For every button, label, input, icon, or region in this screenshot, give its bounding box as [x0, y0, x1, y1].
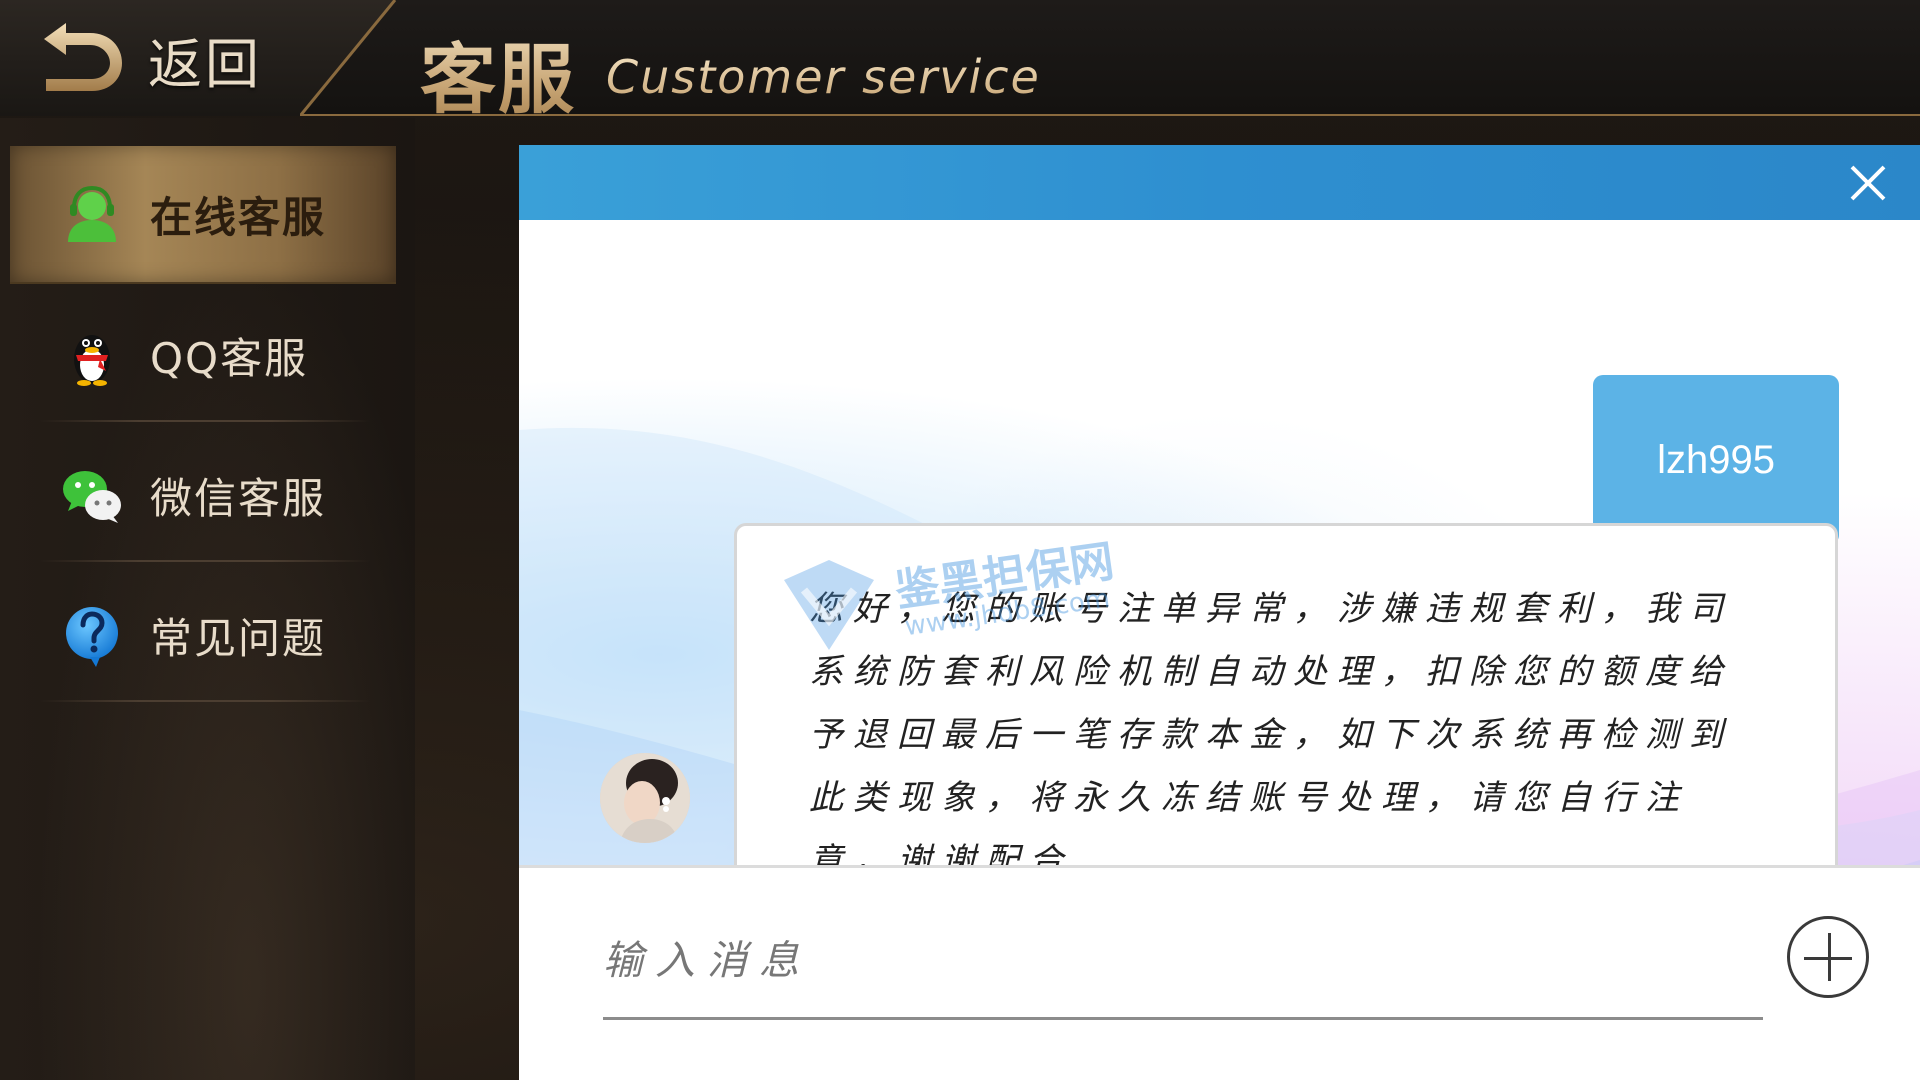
user-message-bubble: lzh995	[1593, 375, 1839, 545]
header-bar: 返回 客服 Customer service	[0, 0, 1920, 124]
back-arrow-icon	[44, 23, 122, 91]
back-button[interactable]: 返回	[40, 14, 280, 104]
sidebar-item-qq-service[interactable]: QQ客服	[10, 286, 396, 424]
sidebar-item-wechat-service[interactable]: 微信客服	[10, 426, 396, 564]
user-message-text: lzh995	[1657, 437, 1775, 482]
close-icon[interactable]	[1844, 159, 1892, 207]
agent-message-bubble: 您好，您的账号注单异常，涉嫌违规套利，我司系统防套利风险机制自动处理，扣除您的额…	[734, 523, 1838, 887]
back-label: 返回	[148, 32, 262, 96]
chat-topbar	[519, 145, 1920, 220]
sidebar-item-label: QQ客服	[150, 333, 309, 383]
sidebar-divider	[40, 560, 370, 562]
header-divider-edge	[300, 0, 397, 116]
sidebar-item-label: 在线客服	[150, 192, 327, 242]
question-icon	[66, 607, 118, 667]
headset-user-icon	[68, 185, 116, 242]
sidebar-item-faq[interactable]: 常见问题	[10, 566, 396, 704]
sidebar-item-label: 微信客服	[150, 473, 327, 523]
app-root: 返回 客服 Customer service 在线客服 QQ客服 微信客服 常见…	[0, 0, 1920, 1080]
sidebar-divider	[40, 700, 370, 702]
agent-message-text: 您好，您的账号注单异常，涉嫌违规套利，我司系统防套利风险机制自动处理，扣除您的额…	[809, 589, 1733, 881]
page-subtitle: Customer service	[606, 50, 1041, 104]
qq-penguin-icon	[74, 335, 110, 386]
page-title: 客服	[420, 18, 576, 128]
input-divider	[519, 865, 1920, 868]
message-input[interactable]	[603, 905, 1763, 1017]
sidebar-divider	[40, 420, 370, 422]
sidebar: 在线客服 QQ客服 微信客服 常见问题	[0, 118, 415, 1080]
agent-avatar	[600, 753, 690, 843]
sidebar-item-label: 常见问题	[150, 613, 327, 663]
sidebar-item-online-service[interactable]: 在线客服	[10, 146, 396, 284]
wechat-icon	[63, 471, 121, 523]
avatar-portrait-icon	[600, 753, 690, 843]
add-attachment-button[interactable]	[1787, 916, 1869, 998]
message-input-wrapper	[603, 905, 1763, 1020]
